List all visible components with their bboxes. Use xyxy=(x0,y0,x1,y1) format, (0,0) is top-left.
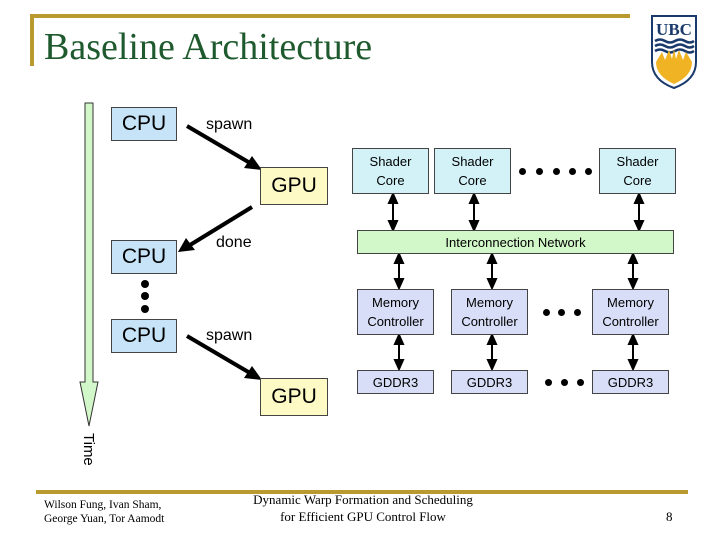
spawn-label-2: spawn xyxy=(206,327,253,344)
ellipsis-dot xyxy=(558,309,565,316)
shader-core-1: Shader Core xyxy=(352,148,429,194)
page-number: 8 xyxy=(666,509,673,524)
memory-controller-label-line2: Controller xyxy=(367,314,424,329)
dram-link-arrows xyxy=(393,332,639,372)
shader-core-label-line2: Core xyxy=(458,173,487,188)
shader-link-arrows xyxy=(387,191,645,233)
memory-controller-label-line1: Memory xyxy=(372,295,419,310)
ellipsis-dot xyxy=(577,379,584,386)
memory-controller-label-line2: Controller xyxy=(461,314,518,329)
footer-talk-title: Dynamic Warp Formation and Scheduling fo… xyxy=(228,491,498,525)
memory-controller-label-line2: Controller xyxy=(602,314,659,329)
authors-line-1: Wilson Fung, Ivan Sham, xyxy=(44,499,162,511)
cpu-box-1: CPU xyxy=(111,107,177,141)
memory-controller-1: Memory Controller xyxy=(357,289,434,335)
memory-controller-2: Memory Controller xyxy=(451,289,528,335)
ellipsis-dot xyxy=(536,168,543,175)
gpu-box-2: GPU xyxy=(260,378,328,416)
mc-link-arrows xyxy=(393,251,639,291)
spawn-label-1: spawn xyxy=(206,116,253,133)
ellipsis-dot xyxy=(574,309,581,316)
ellipsis-dot xyxy=(543,309,550,316)
memory-controller-label-line1: Memory xyxy=(607,295,654,310)
footer-authors: Wilson Fung, Ivan Sham, George Yuan, Tor… xyxy=(44,498,164,526)
time-axis-label: Time xyxy=(80,433,97,466)
gpu-box-1: GPU xyxy=(260,167,328,205)
cpu-box-2: CPU xyxy=(111,240,177,274)
shader-core-label-line1: Shader xyxy=(369,154,412,169)
ellipsis-dot xyxy=(519,168,526,175)
ellipsis-dot xyxy=(569,168,576,175)
interconnection-network: Interconnection Network xyxy=(357,230,674,254)
gddr3-3: GDDR3 xyxy=(592,370,669,394)
shader-core-label-line1: Shader xyxy=(616,154,659,169)
ellipsis-dot xyxy=(553,168,560,175)
ellipsis-dot xyxy=(585,168,592,175)
cpu-box-3: CPU xyxy=(111,319,177,353)
shader-core-label-line2: Core xyxy=(376,173,405,188)
shader-core-label-line1: Shader xyxy=(451,154,494,169)
memory-controller-3: Memory Controller xyxy=(592,289,669,335)
talk-title-line-2: for Efficient GPU Control Flow xyxy=(280,509,446,524)
ellipsis-dot xyxy=(545,379,552,386)
shader-core-2: Shader Core xyxy=(434,148,511,194)
shader-core-3: Shader Core xyxy=(599,148,676,194)
ellipsis-dot xyxy=(561,379,568,386)
timeline-arrow xyxy=(79,102,99,427)
memory-controller-label-line1: Memory xyxy=(466,295,513,310)
shader-core-label-line2: Core xyxy=(623,173,652,188)
diagram-arrows xyxy=(79,102,645,427)
done-label: done xyxy=(216,234,252,251)
talk-title-line-1: Dynamic Warp Formation and Scheduling xyxy=(253,492,473,507)
gddr3-2: GDDR3 xyxy=(451,370,528,394)
authors-line-2: George Yuan, Tor Aamodt xyxy=(44,513,165,525)
gddr3-1: GDDR3 xyxy=(357,370,434,394)
